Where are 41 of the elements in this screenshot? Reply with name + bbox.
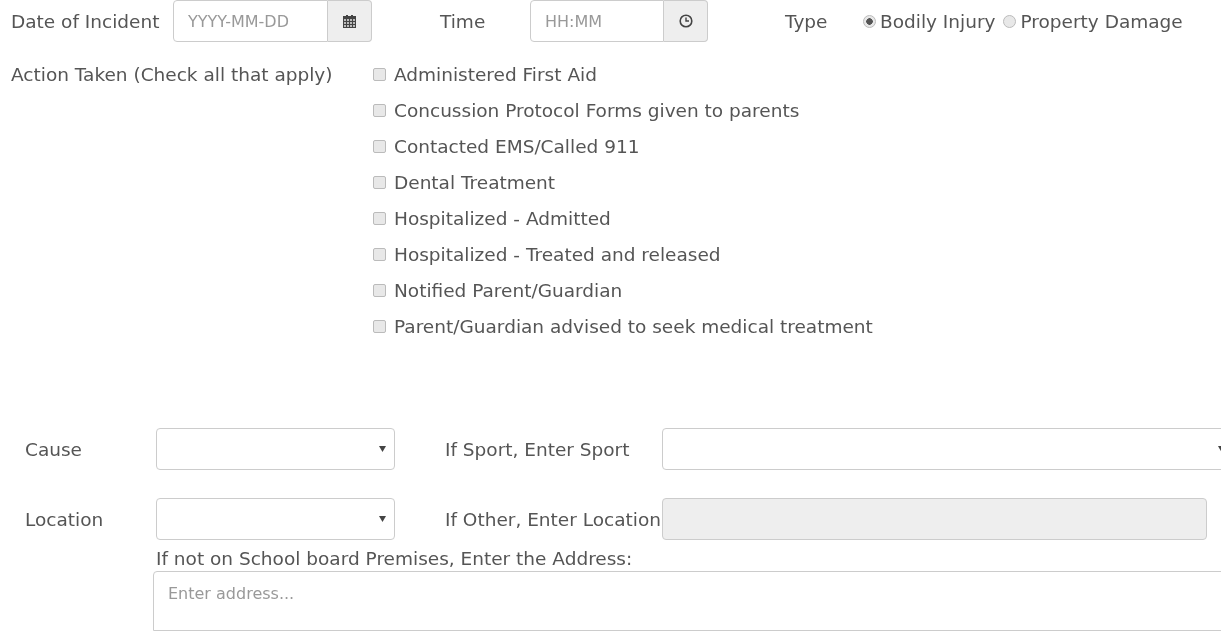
clock-icon bbox=[678, 14, 693, 28]
field-label: Cause bbox=[24, 438, 83, 460]
checkbox-option[interactable]: Hospitalized - Treated and released bbox=[373, 236, 873, 272]
checkbox-option[interactable]: Parent/Guardian advised to seek medical treatment bbox=[373, 308, 873, 344]
checkbox-option[interactable]: Hospitalized - Admitted bbox=[373, 200, 873, 236]
field-label: If Other, Enter Location bbox=[444, 508, 662, 530]
caret-icon bbox=[379, 516, 386, 522]
checkbox[interactable] bbox=[373, 247, 386, 261]
field-label: If not on School board Premises, Enter the Address: bbox=[155, 547, 634, 571]
checkbox-option[interactable]: Contacted EMS/Called 911 bbox=[373, 128, 873, 164]
checkbox-option[interactable]: Notified Parent/Guardian bbox=[373, 272, 873, 308]
sport-select[interactable] bbox=[662, 428, 1221, 470]
radio-option[interactable]: Property Damage bbox=[1003, 10, 1183, 32]
checkbox-option[interactable]: Administered First Aid bbox=[373, 56, 873, 92]
radio-button[interactable] bbox=[1003, 14, 1017, 28]
checkbox[interactable] bbox=[373, 67, 386, 81]
clock-button[interactable] bbox=[664, 0, 708, 42]
field-label: Date of Incident bbox=[10, 10, 161, 32]
address-input[interactable]: Enter address... bbox=[153, 571, 1221, 631]
checkbox[interactable] bbox=[373, 175, 386, 189]
field-label: Location bbox=[24, 508, 105, 530]
checkbox[interactable] bbox=[373, 319, 386, 333]
cause-select[interactable] bbox=[156, 428, 395, 470]
radio-button[interactable] bbox=[863, 14, 876, 28]
caret-icon bbox=[379, 446, 386, 452]
radio-option[interactable]: Bodily Injury bbox=[863, 10, 996, 32]
field-label: Action Taken (Check all that apply) bbox=[11, 62, 334, 87]
checkbox[interactable] bbox=[373, 211, 386, 225]
checkbox[interactable] bbox=[373, 283, 386, 297]
checkbox-option[interactable]: Dental Treatment bbox=[373, 164, 873, 200]
field-label: Type bbox=[785, 10, 829, 32]
location-select[interactable] bbox=[156, 498, 395, 540]
checkbox[interactable] bbox=[373, 139, 386, 153]
date-input[interactable]: YYYY-MM-DD bbox=[173, 0, 328, 42]
time-input[interactable]: HH:MM bbox=[530, 0, 664, 42]
calendar-button[interactable] bbox=[328, 0, 372, 42]
checkbox[interactable] bbox=[373, 103, 386, 117]
field-label: Time bbox=[440, 10, 487, 32]
field-label: If Sport, Enter Sport bbox=[444, 438, 631, 460]
checkbox-option[interactable]: Concussion Protocol Forms given to parents bbox=[373, 92, 873, 128]
calendar-icon bbox=[343, 14, 356, 28]
